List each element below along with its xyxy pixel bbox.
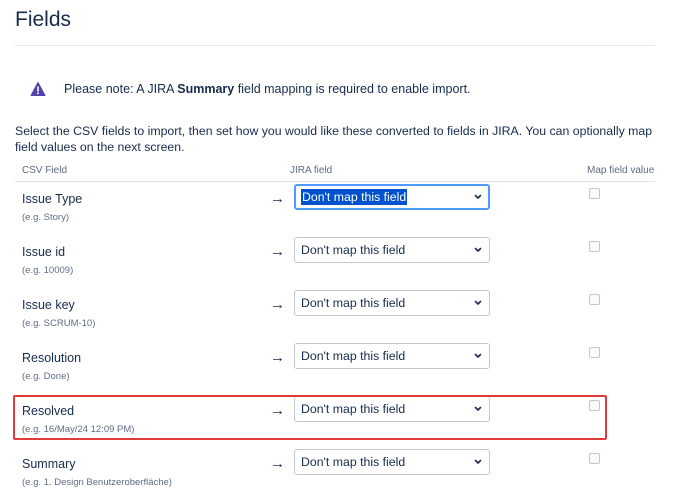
- csv-field-name: Issue key: [22, 298, 75, 312]
- map-field-value-checkbox[interactable]: [589, 241, 600, 252]
- jira-field-select[interactable]: Don't map this field: [294, 343, 490, 369]
- chevron-down-icon: [474, 459, 482, 464]
- page-title: Fields: [15, 8, 72, 31]
- chevron-down-icon: [474, 194, 482, 199]
- map-field-value-checkbox[interactable]: [589, 453, 600, 464]
- map-field-value-checkbox[interactable]: [589, 347, 600, 358]
- intro-text: Select the CSV fields to import, then se…: [15, 124, 653, 154]
- csv-field-example: (e.g. SCRUM-10): [22, 318, 96, 329]
- arrow-right-icon: →: [270, 455, 285, 472]
- jira-field-select-value: Don't map this field: [301, 189, 408, 205]
- title-divider: [15, 45, 655, 46]
- jira-field-select-value: Don't map this field: [301, 243, 406, 257]
- chevron-down-icon: [474, 247, 482, 252]
- csv-field-name: Issue Type: [22, 192, 83, 206]
- warning-icon: [30, 82, 46, 96]
- jira-field-select-value: Don't map this field: [301, 455, 406, 469]
- csv-field-example: (e.g. Story): [22, 212, 69, 223]
- notice-text: Please note: A JIRA Summary field mappin…: [64, 82, 471, 96]
- csv-field-name: Issue id: [22, 245, 66, 259]
- column-header-map-field-value: Map field value: [587, 165, 655, 176]
- notice-prefix: Please note: A JIRA: [64, 82, 178, 96]
- csv-field-name: Resolution: [22, 351, 82, 365]
- chevron-down-icon: [474, 300, 482, 305]
- notice-bold: Summary: [177, 82, 235, 96]
- jira-field-select[interactable]: Don't map this field: [294, 449, 490, 475]
- map-field-value-checkbox[interactable]: [589, 188, 600, 199]
- notice-suffix: field mapping is required to enable impo…: [234, 82, 471, 96]
- notice-banner: Please note: A JIRA Summary field mappin…: [30, 80, 471, 98]
- arrow-right-icon: →: [270, 190, 285, 207]
- csv-field-example: (e.g. Done): [22, 371, 70, 382]
- arrow-right-icon: →: [270, 243, 285, 260]
- column-header-csv-field: CSV Field: [22, 165, 68, 176]
- jira-field-select-value: Don't map this field: [301, 349, 406, 363]
- arrow-right-icon: →: [270, 349, 285, 366]
- jira-field-select[interactable]: Don't map this field: [294, 290, 490, 316]
- jira-field-select[interactable]: Don't map this field: [294, 184, 490, 210]
- csv-field-example: (e.g. 10009): [22, 265, 74, 276]
- column-header-jira-field: JIRA field: [290, 165, 333, 176]
- csv-field-example: (e.g. 1. Design Benutzeroberfläche): [22, 477, 172, 488]
- csv-field-name: Summary: [22, 457, 76, 471]
- highlight-box: [13, 395, 607, 440]
- arrow-right-icon: →: [270, 296, 285, 313]
- jira-field-select[interactable]: Don't map this field: [294, 237, 490, 263]
- field-row: Summary (e.g. 1. Design Benutzeroberfläch…: [0, 449, 676, 495]
- jira-field-select-value: Don't map this field: [301, 296, 406, 310]
- header-divider: [15, 181, 655, 182]
- map-field-value-checkbox[interactable]: [589, 294, 600, 305]
- chevron-down-icon: [474, 353, 482, 358]
